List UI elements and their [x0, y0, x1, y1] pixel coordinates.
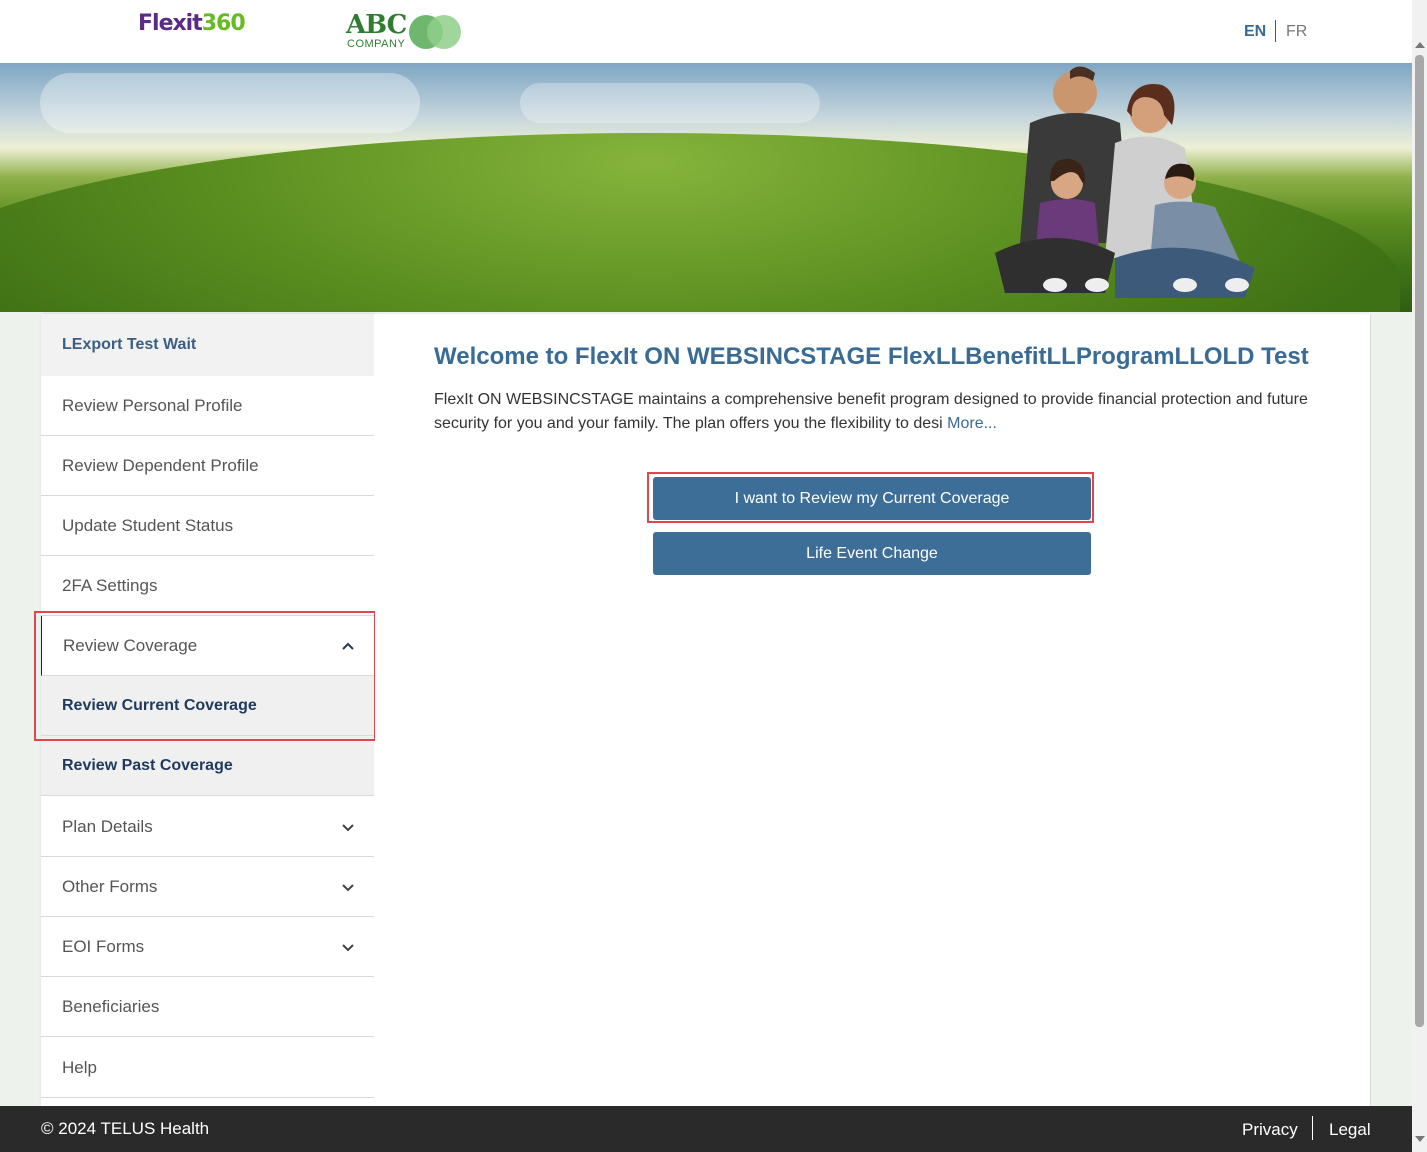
sidebar-item-label: Other Forms: [62, 876, 158, 896]
sidebar-item-label: Review Current Coverage: [62, 696, 257, 714]
hero-cloud: [520, 83, 820, 123]
main-content: Welcome to FlexIt ON WEBSINCSTAGE FlexLL…: [375, 314, 1371, 1106]
sidebar-item-eoi-forms[interactable]: EOI Forms: [41, 917, 374, 977]
sidebar-subitem-review-past-coverage[interactable]: Review Past Coverage: [41, 736, 374, 796]
sidebar-item-update-student-status[interactable]: Update Student Status: [41, 496, 374, 556]
sidebar-item-label: Review Past Coverage: [62, 756, 233, 774]
sidebar-item-label: 2FA Settings: [62, 575, 158, 595]
privacy-link[interactable]: Privacy: [1242, 1120, 1298, 1140]
sidebar-item-label: Help: [62, 1057, 97, 1077]
sidebar-nav: LExport Test Wait Review Personal Profil…: [41, 314, 375, 1106]
logo-360-text: 360: [201, 11, 246, 36]
logo-flexit-text: Flexit: [138, 11, 203, 36]
top-header: Flexit360 ABC COMPANY EN FR: [0, 0, 1412, 63]
sidebar-item-other-forms[interactable]: Other Forms: [41, 857, 374, 917]
logo-abc-text: ABC: [346, 10, 407, 40]
hero-banner-image: [0, 63, 1412, 312]
page-scrollbar[interactable]: [1412, 0, 1427, 1152]
logo-circle-icon: [427, 15, 461, 49]
family-photo: [995, 66, 1255, 298]
more-link[interactable]: More...: [947, 415, 997, 432]
copyright-text: © 2024 TELUS Health: [41, 1119, 210, 1138]
sidebar-user-name: LExport Test Wait: [41, 314, 374, 376]
footer-divider: [1312, 1116, 1313, 1140]
sidebar-item-label: Review Coverage: [63, 635, 198, 655]
page-title: Welcome to FlexIt ON WEBSINCSTAGE FlexLL…: [434, 343, 1309, 370]
sidebar-item-help[interactable]: Help: [41, 1038, 374, 1098]
sidebar-item-review-personal-profile[interactable]: Review Personal Profile: [41, 376, 374, 436]
sidebar-item-label: Plan Details: [62, 816, 153, 836]
intro-text: FlexIt ON WEBSINCSTAGE maintains a compr…: [434, 388, 1324, 436]
life-event-change-button[interactable]: Life Event Change: [653, 532, 1091, 575]
sidebar-item-label: EOI Forms: [62, 936, 145, 956]
lang-fr-link[interactable]: FR: [1286, 23, 1307, 41]
flexit360-logo[interactable]: Flexit360: [138, 11, 246, 36]
chevron-down-icon: [342, 824, 354, 832]
lang-divider: [1275, 20, 1276, 42]
sidebar-item-review-coverage[interactable]: Review Coverage: [41, 616, 374, 676]
legal-link[interactable]: Legal: [1329, 1120, 1371, 1140]
sidebar-item-beneficiaries[interactable]: Beneficiaries: [41, 977, 374, 1037]
sidebar-subitem-review-current-coverage[interactable]: Review Current Coverage: [41, 676, 374, 736]
chevron-down-icon: [342, 884, 354, 892]
scroll-down-icon[interactable]: [1415, 1136, 1425, 1142]
scroll-up-icon[interactable]: [1415, 42, 1425, 48]
intro-body: FlexIt ON WEBSINCSTAGE maintains a compr…: [434, 391, 1308, 432]
sidebar-item-label: Review Dependent Profile: [62, 455, 259, 475]
lang-en-link[interactable]: EN: [1244, 23, 1266, 41]
sidebar-item-label: Update Student Status: [62, 515, 234, 535]
sidebar-item-2fa-settings[interactable]: 2FA Settings: [41, 556, 374, 616]
hero-cloud: [40, 73, 420, 133]
scrollbar-thumb[interactable]: [1415, 55, 1424, 1027]
review-current-coverage-button[interactable]: I want to Review my Current Coverage: [653, 477, 1091, 520]
logo-company-text: COMPANY: [347, 38, 406, 50]
chevron-down-icon: [342, 944, 354, 952]
sidebar-item-label: Review Personal Profile: [62, 395, 243, 415]
sidebar-item-review-dependent-profile[interactable]: Review Dependent Profile: [41, 436, 374, 496]
sidebar-item-plan-details[interactable]: Plan Details: [41, 797, 374, 857]
abc-company-logo: ABC COMPANY: [346, 12, 466, 52]
sidebar-item-label: Beneficiaries: [62, 996, 160, 1016]
page-footer: © 2024 TELUS Health Privacy Legal: [0, 1106, 1412, 1152]
chevron-up-icon: [342, 642, 354, 650]
